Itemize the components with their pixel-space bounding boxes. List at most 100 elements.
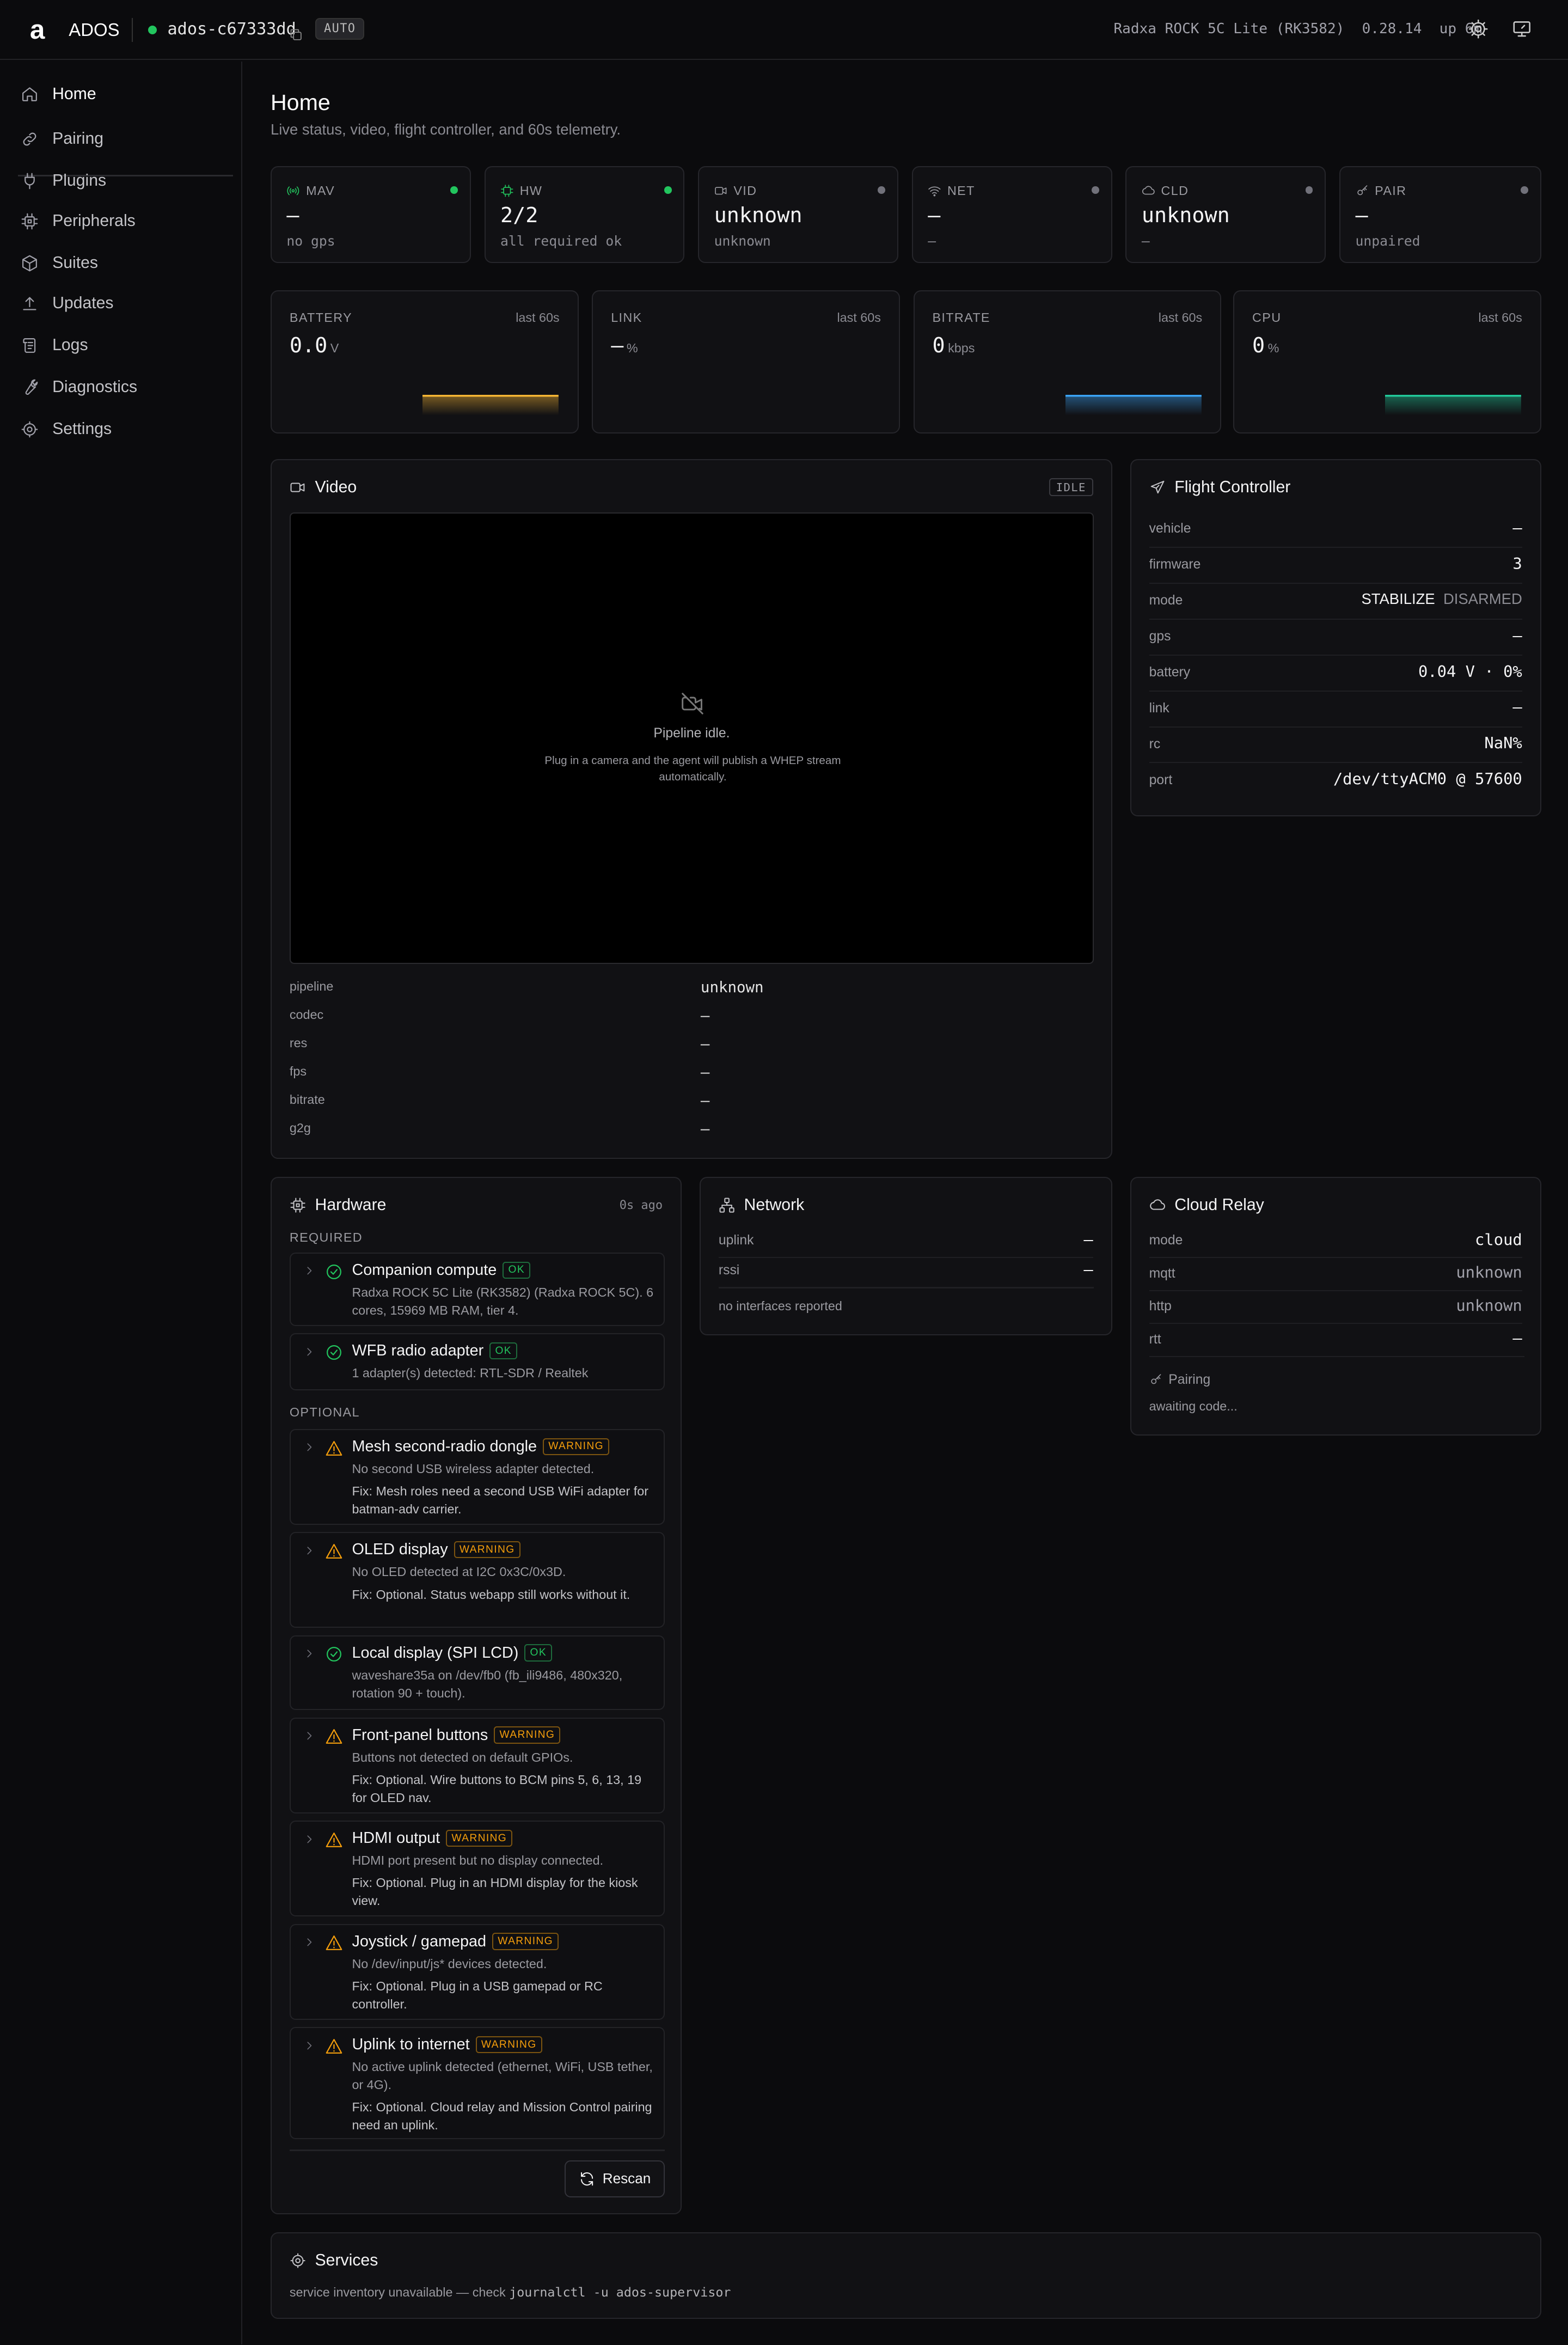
hw-item-desc: 1 adapter(s) detected: RTL-SDR / Realtek: [352, 1366, 589, 1381]
check-circle-icon: [327, 1647, 341, 1662]
stat-key: pipeline: [289, 979, 334, 993]
hw-item-name: Companion compute: [352, 1261, 497, 1279]
hw-item-hdmi[interactable]: HDMI output WARNING HDMI port present but…: [289, 1821, 665, 1917]
telemetry-unit: %: [626, 340, 638, 355]
hw-item-mesh-dongle[interactable]: Mesh second-radio dongle WARNING No secon…: [289, 1429, 665, 1525]
stat-value: —: [700, 1007, 710, 1024]
status-badge: WARNING: [494, 1726, 561, 1744]
rescan-label: Rescan: [602, 2170, 651, 2187]
cloud-row-mode: mode cloud: [1149, 1224, 1522, 1259]
tile-value: —: [1355, 203, 1368, 228]
status-badge: WARNING: [475, 2036, 542, 2054]
sidebar-item-suites[interactable]: Suites: [21, 248, 98, 278]
tile-sub: —: [1141, 233, 1150, 249]
stat-value: —: [700, 1092, 710, 1110]
net-row-rssi: rssi —: [719, 1257, 1093, 1287]
status-tile-mav[interactable]: MAV — no gps: [270, 166, 471, 264]
row-value: —: [1512, 518, 1522, 537]
sidebar-item-diagnostics[interactable]: Diagnostics: [21, 372, 137, 402]
status-tile-vid[interactable]: VID unknown unknown: [698, 166, 899, 264]
mode-badge: AUTO: [315, 17, 365, 40]
card-title: Network: [744, 1195, 805, 1214]
hw-item-name: OLED display: [352, 1541, 448, 1559]
tile-label: CLD: [1161, 183, 1189, 198]
device-info: Radxa ROCK 5C Lite (RK3582) 0.28.14 up 6…: [1113, 21, 1482, 37]
sidebar-item-updates[interactable]: Updates: [21, 289, 114, 319]
sidebar-item-home[interactable]: Home: [21, 80, 96, 109]
hw-item-wfb-radio[interactable]: WFB radio adapter OK 1 adapter(s) detecte…: [289, 1333, 665, 1390]
telemetry-period: last 60s: [516, 310, 560, 325]
fc-row-battery: battery 0.04 V · 0%: [1149, 655, 1522, 692]
telemetry-value: 0: [932, 333, 945, 358]
hw-item-name: Local display (SPI LCD): [352, 1644, 519, 1662]
sidebar-item-settings[interactable]: Settings: [21, 414, 112, 444]
chevron-right-icon: [307, 1547, 312, 1555]
hw-item-desc: No active uplink detected (ethernet, WiF…: [352, 2060, 653, 2092]
sidebar-item-pairing[interactable]: Pairing: [21, 124, 103, 154]
warning-icon: [326, 1729, 342, 1744]
hw-item-companion-compute[interactable]: Companion compute OK Radxa ROCK 5C Lite (…: [289, 1253, 665, 1326]
hw-item-oled[interactable]: OLED display WARNING No OLED detected at …: [289, 1532, 665, 1628]
status-tile-hw[interactable]: HW 2/2 all required ok: [484, 166, 685, 264]
fc-row-rc: rc NaN%: [1149, 726, 1522, 764]
row-key: rc: [1149, 736, 1161, 752]
hw-item-uplink[interactable]: Uplink to internet WARNING No active upli…: [289, 2027, 665, 2140]
settings-button[interactable]: [1468, 18, 1489, 45]
tile-sub: all required ok: [500, 233, 622, 249]
row-value: STABILIZE DISARMED: [1361, 590, 1522, 608]
card-title: Video: [315, 478, 357, 496]
video-state-badge: IDLE: [1049, 478, 1093, 497]
tile-value: —: [286, 203, 299, 228]
cloud-relay-card: Cloud Relay mode cloud mqtt unknown http…: [1130, 1176, 1541, 1436]
status-badge: OK: [489, 1342, 518, 1360]
sidebar-item-peripherals[interactable]: Peripherals: [21, 206, 136, 236]
tile-sub: unknown: [714, 233, 771, 249]
telemetry-battery: BATTERY last 60s 0.0 V: [270, 290, 579, 434]
chevron-right-icon: [307, 1938, 312, 1946]
status-tile-net[interactable]: NET — —: [911, 166, 1112, 264]
app-name: ADOS: [69, 19, 120, 40]
hostname: ados-c67333dd: [167, 19, 296, 39]
telemetry-period: last 60s: [837, 310, 881, 325]
tile-value: 2/2: [500, 203, 538, 228]
status-dot: [664, 186, 672, 194]
hw-item-name: Joystick / gamepad: [352, 1932, 487, 1950]
network-divider: [718, 1287, 1094, 1288]
row-key: mode: [1149, 1233, 1183, 1248]
hw-item-joystick[interactable]: Joystick / gamepad WARNING No /dev/input/…: [289, 1923, 665, 2020]
telemetry-value: 0.0: [289, 333, 328, 358]
sidebar-item-label: Logs: [52, 336, 88, 355]
status-dot: [1092, 186, 1099, 194]
ados-logo[interactable]: a: [30, 16, 45, 43]
tile-sub: —: [928, 233, 936, 249]
sidebar-item-plugins[interactable]: Plugins: [21, 166, 106, 196]
video-player[interactable]: Pipeline idle. Plug in a camera and the …: [289, 512, 1094, 964]
sparkline: [1385, 395, 1522, 416]
hw-item-desc: Radxa ROCK 5C Lite (RK3582) (Radxa ROCK …: [352, 1285, 654, 1317]
warning-icon: [326, 1832, 342, 1847]
sidebar-item-label: Peripherals: [52, 212, 136, 230]
rescan-button[interactable]: Rescan: [565, 2160, 665, 2198]
sidebar-item-label: Updates: [52, 294, 114, 313]
sidebar-item-logs[interactable]: Logs: [21, 331, 88, 361]
status-tile-pair[interactable]: PAIR — unpaired: [1339, 166, 1541, 264]
status-badge: WARNING: [446, 1829, 513, 1847]
hw-item-front-buttons[interactable]: Front-panel buttons WARNING Buttons not d…: [289, 1717, 665, 1813]
hw-item-local-display[interactable]: Local display (SPI LCD) OK waveshare35a o…: [289, 1635, 665, 1711]
status-badge: WARNING: [542, 1438, 610, 1455]
status-tile-cld[interactable]: CLD unknown —: [1125, 166, 1326, 264]
display-button[interactable]: [1511, 18, 1532, 45]
row-value: unknown: [1456, 1263, 1522, 1282]
telemetry-label: LINK: [611, 310, 642, 325]
telemetry-cpu: CPU last 60s 0%: [1233, 290, 1541, 434]
stat-key: g2g: [289, 1121, 311, 1135]
status-dot: [1305, 186, 1313, 194]
video-camera-icon: [290, 483, 305, 492]
warning-icon: [326, 1935, 342, 1951]
copy-icon[interactable]: [289, 21, 303, 48]
video-stat-row: res —: [290, 1033, 1094, 1061]
tile-label: MAV: [306, 183, 335, 198]
video-stat-row: codec —: [290, 1004, 1094, 1033]
header-divider: [131, 17, 133, 42]
row-key: vehicle: [1149, 521, 1191, 536]
